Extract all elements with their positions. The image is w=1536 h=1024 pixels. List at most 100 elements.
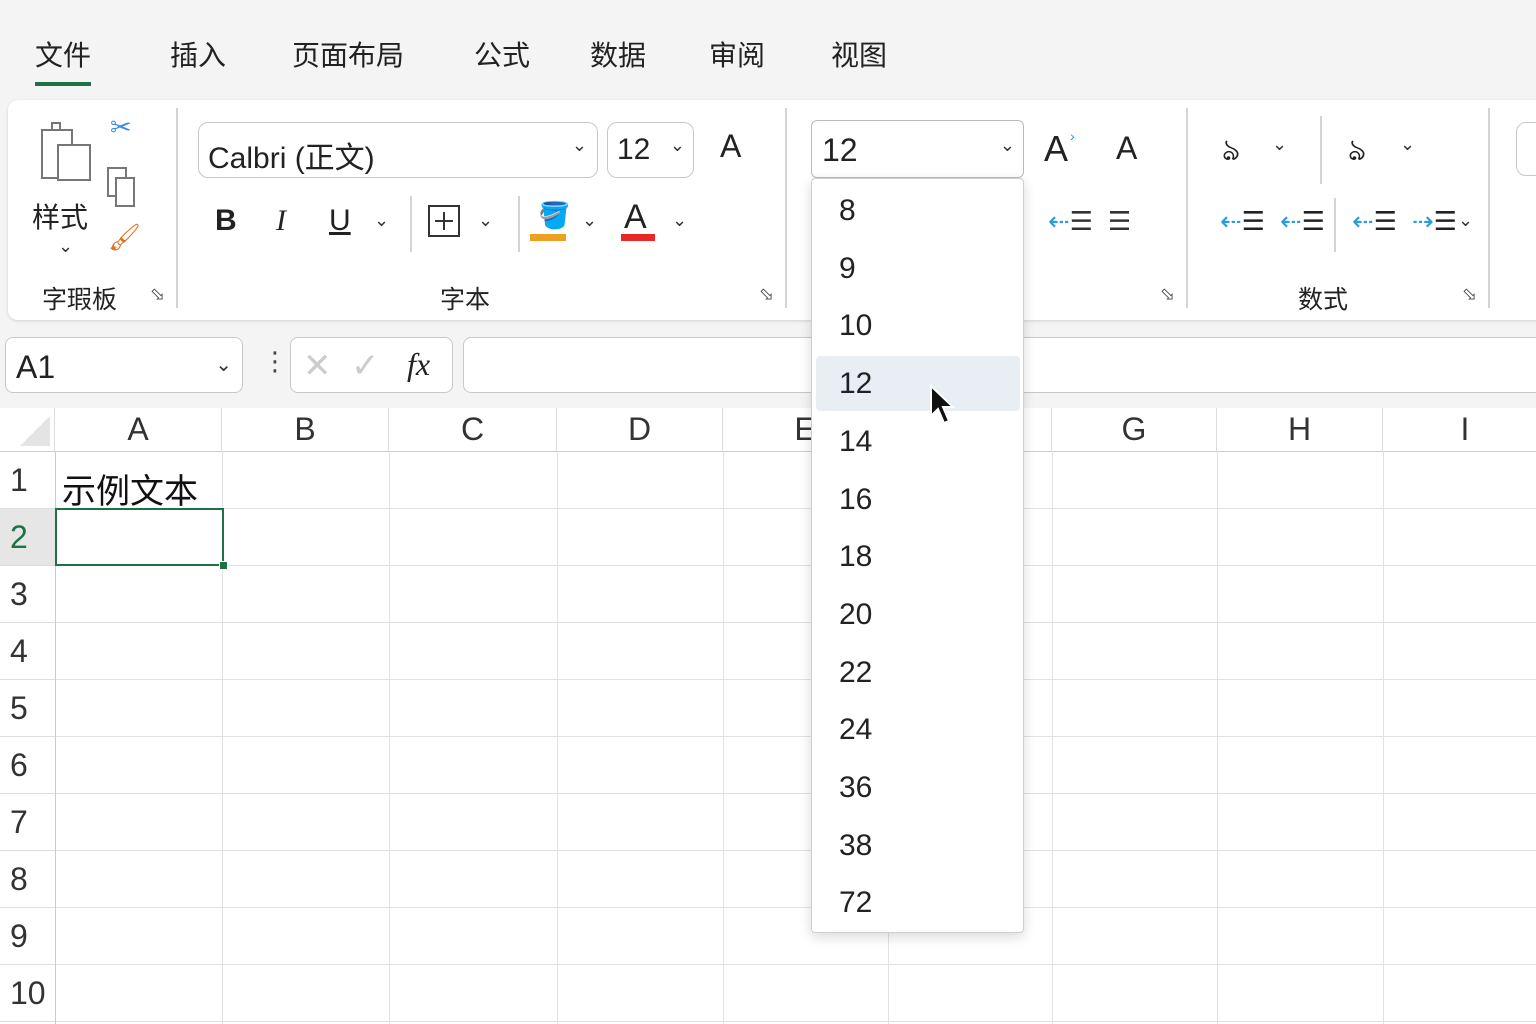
borders-icon[interactable] <box>427 204 461 238</box>
row-header[interactable]: 10 <box>0 965 55 1022</box>
styles-button[interactable]: 样式 <box>32 196 88 236</box>
shrink-text-button[interactable]: A <box>1116 130 1137 167</box>
chevron-down-icon[interactable]: ⌄ <box>58 236 73 257</box>
font-size-option[interactable]: 14 <box>816 414 1020 469</box>
gridline <box>55 907 1536 908</box>
bold-button[interactable]: B <box>215 204 237 238</box>
format-painter-icon[interactable]: 🖌 <box>108 222 141 253</box>
font-size-option[interactable]: 8 <box>816 183 1020 238</box>
font-size-option[interactable]: 18 <box>816 529 1020 584</box>
column-header[interactable]: H <box>1217 408 1383 451</box>
cancel-icon[interactable]: ✕ <box>303 346 332 386</box>
font-name-value: Calbri (正文) <box>208 142 375 175</box>
column-header[interactable]: I <box>1383 408 1536 451</box>
font-size-option[interactable]: 72 <box>816 875 1020 930</box>
phonetic-guide-icon[interactable]: ঌ <box>1348 126 1366 177</box>
column-header[interactable]: B <box>222 408 389 451</box>
chevron-down-icon[interactable]: ⌄ <box>582 210 597 231</box>
font-size-option[interactable]: 9 <box>816 241 1020 296</box>
tab-review[interactable]: 审阅 <box>709 34 765 74</box>
fill-handle[interactable] <box>219 561 228 570</box>
gridline <box>55 508 1536 509</box>
ribbon: ✂ 🖌 样式 ⌄ 字瑕板 ⬂ Calbri (正文) ⌄ 12 ⌄ A B I … <box>8 100 1536 320</box>
gridline <box>55 565 1536 566</box>
row-header[interactable]: 3 <box>0 566 55 623</box>
increase-font-size-button[interactable]: A <box>720 128 741 165</box>
column-header[interactable]: D <box>557 408 723 451</box>
font-size-option[interactable]: 20 <box>816 587 1020 642</box>
mouse-cursor-icon <box>930 384 956 425</box>
font-size-option[interactable]: 38 <box>816 818 1020 873</box>
font-size-dropdown-list: 8 9 10 12 14 16 18 20 22 24 36 38 72 <box>811 178 1024 933</box>
row-header[interactable]: 4 <box>0 623 55 680</box>
row-header[interactable]: 6 <box>0 737 55 794</box>
row-header[interactable]: 7 <box>0 794 55 851</box>
chevron-down-icon[interactable]: ⌄ <box>1272 134 1287 155</box>
column-header[interactable]: A <box>55 408 222 451</box>
font-color-button[interactable]: A <box>624 198 647 237</box>
font-size-option[interactable]: 12 <box>816 356 1020 412</box>
increase-indent-icon[interactable]: ⇢☰ <box>1412 206 1457 237</box>
name-box-value: A1 <box>16 349 56 385</box>
underline-button[interactable]: U <box>329 204 351 238</box>
row-header[interactable]: 1 <box>0 452 55 509</box>
chevron-down-icon[interactable]: ⌄ <box>478 210 493 231</box>
spreadsheet-grid: A B C D E F G H I 12345678910 示例文本 <box>0 408 1536 1024</box>
selected-cell-a2[interactable] <box>55 508 224 566</box>
row-header[interactable]: 9 <box>0 908 55 965</box>
insert-function-button[interactable]: fx <box>407 346 430 383</box>
dialog-launcher-icon[interactable]: ⬂ <box>1160 284 1175 305</box>
tab-insert[interactable]: 插入 <box>170 34 226 74</box>
tab-file[interactable]: 文件 <box>35 34 92 86</box>
column-header[interactable]: G <box>1052 408 1217 451</box>
divider <box>1488 108 1490 308</box>
decrease-indent-icon[interactable]: ⇠☰ <box>1048 206 1093 237</box>
font-name-combo[interactable]: Calbri (正文) ⌄ <box>198 122 598 178</box>
decrease-indent-icon[interactable]: ⇠☰ <box>1352 206 1397 237</box>
font-size-option[interactable]: 22 <box>816 645 1020 700</box>
chevron-down-icon[interactable]: ⌄ <box>1400 134 1415 155</box>
font-size-option[interactable]: 16 <box>816 472 1020 527</box>
tab-data[interactable]: 数据 <box>590 34 646 74</box>
tab-page-layout[interactable]: 页面布局 <box>292 34 404 74</box>
paste-icon[interactable] <box>40 120 96 182</box>
dialog-launcher-icon[interactable]: ⬂ <box>1462 284 1477 305</box>
font-size-option[interactable]: 24 <box>816 702 1020 757</box>
indent-left-icon[interactable]: ⇠☰ <box>1220 206 1265 237</box>
indent-left-icon[interactable]: ⇠☰ <box>1280 206 1325 237</box>
tab-view[interactable]: 视图 <box>831 34 887 74</box>
font-size-option[interactable]: 36 <box>816 760 1020 815</box>
italic-button[interactable]: I <box>276 204 286 238</box>
chevron-down-icon: ⌄ <box>669 135 685 155</box>
font-size-option[interactable]: 10 <box>816 298 1020 353</box>
select-all-button[interactable] <box>0 408 55 451</box>
cell-a1[interactable]: 示例文本 <box>62 464 198 513</box>
tab-formulas[interactable]: 公式 <box>474 34 530 74</box>
name-box[interactable]: A1 ⌄ <box>5 337 243 393</box>
cut-icon[interactable]: ✂ <box>110 112 132 143</box>
font-size-combo[interactable]: 12 ⌄ <box>607 122 694 178</box>
gridline <box>55 679 1536 680</box>
chevron-down-icon: ⌄ <box>571 135 587 155</box>
column-header[interactable]: C <box>389 408 557 451</box>
enter-icon[interactable]: ✓ <box>351 346 380 386</box>
row-header[interactable]: 5 <box>0 680 55 737</box>
copy-icon[interactable] <box>106 166 138 208</box>
divider <box>1320 116 1322 184</box>
chevron-down-icon[interactable]: ⌄ <box>374 210 389 231</box>
overflow-button[interactable] <box>1516 122 1536 176</box>
row-header[interactable]: 8 <box>0 851 55 908</box>
align-icon[interactable]: ☰ <box>1108 206 1131 237</box>
dialog-launcher-icon[interactable]: ⬂ <box>759 284 774 305</box>
more-options-icon[interactable]: ⋮ <box>262 346 288 377</box>
phonetic-icon[interactable]: ঌ <box>1222 126 1240 177</box>
row-header[interactable]: 2 <box>0 509 55 566</box>
fill-color-swatch <box>530 234 566 241</box>
font-color-swatch <box>621 234 655 241</box>
grow-text-button[interactable]: A <box>1044 128 1068 170</box>
font-size-dropdown-combo[interactable]: 12 ⌄ <box>811 120 1024 178</box>
dialog-launcher-icon[interactable]: ⬂ <box>150 284 165 305</box>
fill-color-icon[interactable]: 🪣 <box>538 200 570 231</box>
chevron-down-icon[interactable]: ⌄ <box>1458 210 1473 231</box>
chevron-down-icon[interactable]: ⌄ <box>672 210 687 231</box>
